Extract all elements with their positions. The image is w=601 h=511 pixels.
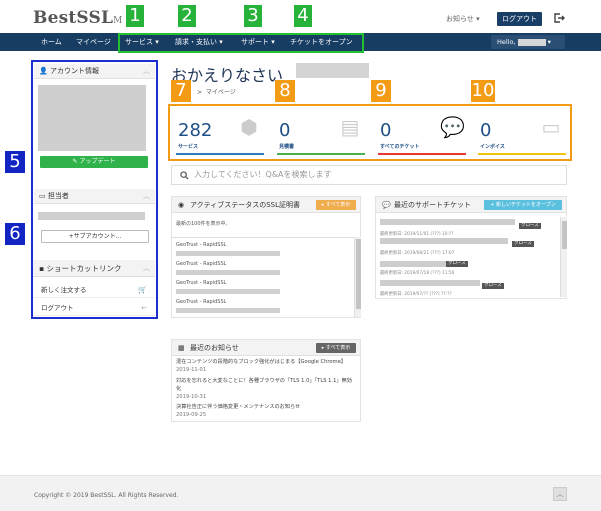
bookmark-icon: ▪ bbox=[39, 264, 45, 273]
comments-icon: 💬 bbox=[440, 115, 465, 139]
footer: Copyright © 2019 BestSSL. All Rights Res… bbox=[0, 475, 601, 511]
shortcut-panel: ▪ ショートカットリンク ︿ 新しく注文する 🛒 ログアウト ← bbox=[33, 260, 155, 317]
shortcut-logout[interactable]: ログアウト ← bbox=[33, 300, 155, 316]
ssl-scrollbar[interactable] bbox=[354, 237, 361, 317]
folder-icon: ▭ bbox=[39, 192, 46, 200]
notice-dropdown[interactable]: お知らせ ▾ bbox=[446, 14, 480, 24]
user-name-redacted bbox=[296, 63, 369, 78]
nav-mypage[interactable]: マイページ bbox=[76, 33, 111, 51]
badge-5: 5 bbox=[5, 151, 25, 173]
news-view-all-button[interactable]: ▸ すべて表示 bbox=[316, 343, 356, 353]
news-card: ▦ 最近のお知らせ ▸ すべて表示 混在コンテンツの段階的なブロック強化がはじま… bbox=[171, 339, 361, 422]
stat-invoices[interactable]: 0 インボイス ▭ bbox=[474, 108, 570, 156]
cart-icon: 🛒 bbox=[138, 286, 147, 294]
cube-icon: ⬢ bbox=[240, 115, 258, 139]
logo[interactable]: BestSSLM bbox=[33, 8, 123, 28]
news-item[interactable]: 混在コンテンツの段階的なブロック強化がはじまる【Google Chrome】 20… bbox=[176, 358, 346, 374]
stat-services[interactable]: 282 サービス ⬢ bbox=[172, 108, 268, 156]
user-menu[interactable]: Hello, ▾ bbox=[491, 35, 565, 49]
ticket-date: 最終更新日: 2019/08/21 (???) 17:07 bbox=[380, 251, 455, 256]
arrow-left-icon: ← bbox=[141, 304, 147, 312]
chevron-up-icon: ︿ bbox=[556, 490, 564, 498]
ssl-card: ◉ アクティブステータスのSSL証明書 ▸ すべて表示 最新の100件を表示中。… bbox=[171, 196, 361, 318]
account-info-redacted bbox=[38, 85, 146, 151]
stat-tickets[interactable]: 0 すべてのチケット 💬 bbox=[374, 108, 470, 156]
nav-highlight-box bbox=[118, 33, 364, 53]
news-card-header: ▦ 最近のお知らせ ▸ すべて表示 bbox=[172, 340, 360, 356]
ssl-row[interactable]: GeoTrust - RapidSSL bbox=[176, 280, 226, 286]
shortcut-header: ▪ ショートカットリンク ︿ bbox=[33, 260, 155, 277]
badge-2: 2 bbox=[178, 5, 196, 27]
news-item[interactable]: 対応を忘れると大変なことに！各種ブラウザの「TLS 1.0」「TLS 1.1」無… bbox=[176, 377, 356, 401]
newspaper-icon: ▦ bbox=[178, 344, 185, 352]
sub-account-button[interactable]: +サブアカウント... bbox=[41, 230, 149, 243]
globe-icon: ◉ bbox=[178, 201, 185, 209]
collapse-icon[interactable]: ︿ bbox=[143, 64, 150, 79]
badge-7: 7 bbox=[171, 80, 191, 102]
ticket-scrollbar[interactable] bbox=[560, 217, 567, 297]
ssl-row[interactable]: GeoTrust - RapidSSL bbox=[176, 242, 226, 248]
badge-6: 6 bbox=[5, 223, 25, 245]
new-ticket-button[interactable]: + 新しいチケットをオープン bbox=[484, 200, 562, 210]
closed-badge: クローズ bbox=[512, 241, 534, 247]
closed-badge: クローズ bbox=[446, 261, 468, 267]
ssl-row[interactable]: GeoTrust - RapidSSL bbox=[176, 261, 226, 267]
staff-redacted bbox=[38, 212, 145, 220]
ssl-row[interactable]: GeoTrust - RapidSSL bbox=[176, 299, 226, 305]
ticket-date: 最終更新日: 2019/11/01 (???) 10:?? bbox=[380, 232, 454, 237]
logout-button[interactable]: ログアウト bbox=[497, 12, 542, 26]
badge-8: 8 bbox=[275, 80, 295, 102]
closed-badge: クローズ bbox=[482, 283, 504, 289]
search-icon bbox=[180, 171, 189, 180]
search-input[interactable]: 入力してください！Q&Aを検索します bbox=[171, 165, 567, 185]
collapse-icon[interactable]: ︿ bbox=[143, 189, 150, 204]
pencil-icon: ✎ bbox=[72, 158, 78, 165]
comments-icon: 💬 bbox=[382, 201, 391, 209]
badge-4: 4 bbox=[294, 5, 312, 27]
update-button[interactable]: ✎ アップデート bbox=[40, 156, 148, 168]
ssl-note: 最新の100件を表示中。 bbox=[176, 221, 231, 227]
ticket-date: 最終更新日: 2019/07/?? (???) ??:?? bbox=[380, 292, 452, 297]
badge-10: 10 bbox=[471, 80, 495, 102]
breadcrumb: > マイページ bbox=[197, 89, 236, 96]
collapse-icon[interactable]: ︿ bbox=[143, 260, 150, 277]
badge-1: 1 bbox=[126, 5, 144, 27]
account-info-header: 👤 アカウント情報 ︿ bbox=[34, 64, 155, 79]
user-name-redacted bbox=[517, 38, 546, 46]
document-icon: ▤ bbox=[340, 115, 360, 139]
user-icon: 👤 bbox=[39, 67, 48, 75]
exit-icon[interactable] bbox=[553, 12, 565, 24]
ticket-date: 最終更新日: 2019/07/18 (???) 11:56 bbox=[380, 271, 455, 276]
ticket-card: 💬 最近のサポートチケット + 新しいチケットをオープン クローズ 最終更新日:… bbox=[375, 196, 567, 299]
ssl-card-header: ◉ アクティブステータスのSSL証明書 ▸ すべて表示 bbox=[172, 197, 360, 213]
ticket-card-header: 💬 最近のサポートチケット + 新しいチケットをオープン bbox=[376, 197, 566, 213]
closed-badge: クローズ bbox=[519, 223, 541, 229]
copyright: Copyright © 2019 BestSSL. All Rights Res… bbox=[34, 492, 179, 499]
badge-9: 9 bbox=[371, 80, 391, 102]
stat-quotes[interactable]: 0 見積書 ▤ bbox=[273, 108, 369, 156]
shortcut-new-order[interactable]: 新しく注文する 🛒 bbox=[33, 282, 155, 298]
ssl-view-all-button[interactable]: ▸ すべて表示 bbox=[316, 200, 356, 210]
badge-3: 3 bbox=[244, 5, 262, 27]
nav-home[interactable]: ホーム bbox=[41, 33, 62, 51]
credit-card-icon: ▭ bbox=[541, 115, 561, 139]
staff-header: ▭ 担当者 ︿ bbox=[34, 189, 155, 204]
scroll-top-button[interactable]: ︿ bbox=[553, 487, 567, 501]
news-item[interactable]: 決算社告正に伴う価格変更・メンテナンスのお知らせ 2019-09-25 bbox=[176, 403, 300, 419]
